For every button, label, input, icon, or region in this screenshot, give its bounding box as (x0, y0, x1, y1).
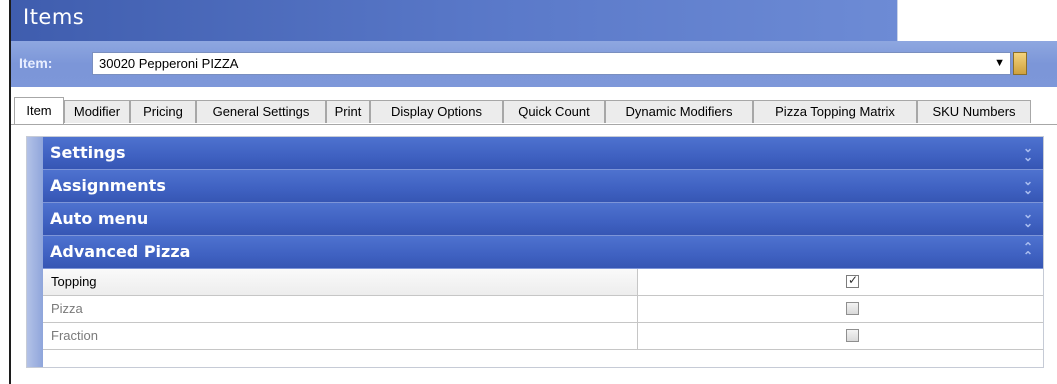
tab-display-options[interactable]: Display Options (370, 100, 503, 123)
property-label: Pizza (43, 296, 638, 322)
double-chevron-down-icon[interactable]: ⌄ ⌄ (1023, 208, 1033, 229)
title-bar: Items (11, 0, 897, 41)
section-advanced-pizza[interactable]: Advanced Pizza ⌃ ⌃ (43, 236, 1043, 269)
item-dropdown-value: 30020 Pepperoni PIZZA (99, 56, 239, 71)
tab-sku-numbers[interactable]: SKU Numbers (917, 100, 1031, 123)
property-row-pizza: Pizza (43, 296, 1043, 323)
property-label: Fraction (43, 323, 638, 349)
property-row-topping: Topping ✓ (43, 269, 1043, 296)
property-label: Topping (43, 269, 638, 295)
item-dropdown[interactable]: 30020 Pepperoni PIZZA ▼ (92, 52, 1011, 75)
section-title: Advanced Pizza (50, 242, 191, 261)
item-label: Item: (19, 55, 53, 71)
window-title: Items (23, 5, 85, 29)
section-assignments[interactable]: Assignments ⌄ ⌄ (43, 170, 1043, 203)
tab-general-settings[interactable]: General Settings (196, 100, 326, 123)
section-title: Auto menu (50, 209, 149, 228)
double-chevron-down-icon[interactable]: ⌄ ⌄ (1023, 175, 1033, 196)
item-settings-panel: Settings ⌄ ⌄ Assignments ⌄ ⌄ Auto menu ⌄ ⌄ … (26, 136, 1044, 368)
tab-item[interactable]: Item (14, 97, 64, 124)
property-row-fraction: Fraction (43, 323, 1043, 350)
pizza-checkbox[interactable] (846, 302, 859, 315)
section-settings[interactable]: Settings ⌄ ⌄ (43, 137, 1043, 170)
tab-quick-count[interactable]: Quick Count (503, 100, 605, 123)
checkmark-icon: ✓ (848, 273, 859, 287)
tab-pricing[interactable]: Pricing (130, 100, 196, 123)
tab-pizza-topping-matrix[interactable]: Pizza Topping Matrix (753, 100, 917, 123)
panel-left-strip (27, 137, 43, 367)
tab-modifier[interactable]: Modifier (64, 100, 130, 123)
double-chevron-down-icon[interactable]: ⌄ ⌄ (1023, 142, 1033, 163)
fraction-checkbox[interactable] (846, 329, 859, 342)
double-chevron-up-icon[interactable]: ⌃ ⌃ (1023, 241, 1033, 262)
section-auto-menu[interactable]: Auto menu ⌄ ⌄ (43, 203, 1043, 236)
topping-checkbox[interactable]: ✓ (846, 273, 859, 288)
items-window: Items Item: 30020 Pepperoni PIZZA ▼ Item… (9, 0, 1057, 384)
section-title: Settings (50, 143, 126, 162)
section-title: Assignments (50, 176, 166, 195)
tab-dynamic-modifiers[interactable]: Dynamic Modifiers (605, 100, 753, 123)
calendar-icon[interactable] (1013, 52, 1027, 75)
tab-underline (11, 124, 1057, 125)
tab-print[interactable]: Print (326, 100, 370, 123)
tab-strip: Item Modifier Pricing General Settings P… (11, 97, 1057, 124)
chevron-down-icon[interactable]: ▼ (994, 57, 1005, 69)
title-bar-blank-area (897, 0, 1057, 41)
item-selector-bar: Item: 30020 Pepperoni PIZZA ▼ (11, 41, 1057, 87)
